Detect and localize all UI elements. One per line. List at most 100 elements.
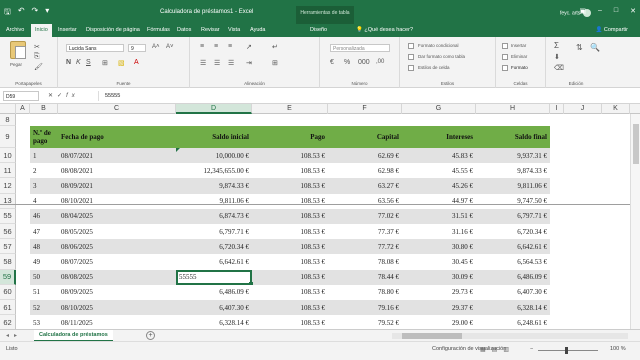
cell-initial-balance[interactable]: 6,874.73 € bbox=[176, 209, 252, 224]
cell-final-balance[interactable]: 9,747.50 € bbox=[476, 194, 550, 209]
row-number[interactable]: 60 bbox=[0, 284, 16, 300]
cell-principal[interactable]: 62.69 € bbox=[328, 148, 402, 163]
cell-final-balance[interactable]: 9,937.31 € bbox=[476, 148, 550, 163]
cell-payment-number[interactable]: 3 bbox=[30, 178, 58, 193]
fx-icon[interactable]: fx bbox=[66, 93, 79, 99]
cell-interest[interactable]: 45.55 € bbox=[402, 163, 476, 178]
font-color-icon[interactable]: A bbox=[134, 59, 139, 66]
fill-icon[interactable]: ⬇ bbox=[554, 53, 560, 61]
delete-button[interactable]: Eliminar bbox=[511, 54, 527, 59]
cell-principal[interactable]: 62.98 € bbox=[328, 163, 402, 178]
cell-principal[interactable]: 78.44 € bbox=[328, 270, 402, 285]
indent-icon[interactable]: ⇥ bbox=[246, 59, 252, 67]
orientation-icon[interactable]: ↗ bbox=[246, 43, 252, 51]
undo-icon[interactable]: ↶ bbox=[18, 6, 25, 20]
cell-payment-number[interactable]: 4 bbox=[30, 194, 58, 209]
underline-icon[interactable]: S bbox=[86, 59, 91, 66]
row-number[interactable]: 9 bbox=[0, 126, 16, 148]
align-left-icon[interactable]: ☰ bbox=[200, 59, 206, 67]
cell-interest[interactable]: 45.26 € bbox=[402, 178, 476, 193]
cell-initial-balance[interactable]: 9,811.06 € bbox=[176, 194, 252, 209]
font-size-select[interactable]: 9 bbox=[128, 44, 146, 52]
cell-payment-number[interactable]: 51 bbox=[30, 285, 58, 300]
cell-payment-date[interactable]: 08/07/2021 bbox=[58, 148, 176, 163]
align-top-icon[interactable]: ≡ bbox=[200, 43, 204, 50]
header-interest[interactable]: Intereses bbox=[402, 126, 476, 148]
minimize-icon[interactable]: – bbox=[598, 7, 602, 15]
conditional-format-button[interactable]: Formato condicional bbox=[418, 43, 459, 48]
number-format-select[interactable]: Personalizada bbox=[330, 44, 390, 52]
row-number[interactable]: 10 bbox=[0, 148, 16, 164]
cell-payment[interactable]: 108.53 € bbox=[252, 163, 328, 178]
decimal-icon[interactable]: ,00 bbox=[376, 59, 384, 65]
name-box[interactable]: D59 bbox=[3, 91, 39, 101]
enter-icon[interactable]: ✓ bbox=[57, 93, 66, 99]
cell-payment[interactable]: 108.53 € bbox=[252, 178, 328, 193]
align-center-icon[interactable]: ☰ bbox=[214, 59, 220, 67]
cell-styles-button[interactable]: Estilos de celda bbox=[418, 65, 450, 70]
horizontal-scrollbar[interactable] bbox=[392, 333, 628, 339]
cell-payment-date[interactable]: 08/07/2025 bbox=[58, 254, 176, 269]
header-payment-number[interactable]: N.º de pago bbox=[30, 126, 58, 148]
cell-initial-balance[interactable]: 6,407.30 € bbox=[176, 300, 252, 315]
find-select-icon[interactable]: 🔍 bbox=[590, 43, 600, 52]
cell-interest[interactable]: 30.09 € bbox=[402, 270, 476, 285]
align-right-icon[interactable]: ☰ bbox=[228, 59, 234, 67]
vertical-scrollbar[interactable] bbox=[630, 114, 640, 339]
column-header-g[interactable]: G bbox=[402, 104, 476, 114]
header-payment[interactable]: Pago bbox=[252, 126, 328, 148]
clear-icon[interactable]: ⌫ bbox=[554, 64, 564, 72]
cell-payment-number[interactable]: 46 bbox=[30, 209, 58, 224]
tab-formulas[interactable]: Fórmulas bbox=[147, 27, 170, 33]
cell-payment-date[interactable]: 08/10/2025 bbox=[58, 300, 176, 315]
tab-revisar[interactable]: Revisar bbox=[201, 27, 220, 33]
cell-payment[interactable]: 108.53 € bbox=[252, 254, 328, 269]
autosum-icon[interactable]: Σ bbox=[554, 41, 559, 50]
cell-payment[interactable]: 108.53 € bbox=[252, 224, 328, 239]
cell-payment[interactable]: 108.53 € bbox=[252, 209, 328, 224]
cell-interest[interactable]: 31.51 € bbox=[402, 209, 476, 224]
format-as-table-button[interactable]: Dar formato como tabla bbox=[418, 54, 465, 59]
page-layout-icon[interactable]: ▤ bbox=[492, 347, 504, 353]
cell-final-balance[interactable]: 6,797.71 € bbox=[476, 209, 550, 224]
page-break-icon[interactable]: ▥ bbox=[503, 347, 515, 353]
cell-payment[interactable]: 108.53 € bbox=[252, 194, 328, 209]
zoom-level[interactable]: 100 % bbox=[610, 346, 626, 352]
header-initial-balance[interactable]: Saldo inicial bbox=[176, 126, 252, 148]
tab-disposicion[interactable]: Disposición de página bbox=[86, 27, 140, 33]
italic-icon[interactable]: K bbox=[76, 59, 81, 66]
cell-payment-number[interactable]: 48 bbox=[30, 239, 58, 254]
row-number[interactable]: 59 bbox=[0, 269, 16, 285]
row-number[interactable]: 57 bbox=[0, 239, 16, 255]
horizontal-scroll-thumb[interactable] bbox=[402, 333, 462, 339]
cell-principal[interactable]: 77.37 € bbox=[328, 224, 402, 239]
cell-initial-balance[interactable]: 6,797.71 € bbox=[176, 224, 252, 239]
ribbon-display-icon[interactable]: ▣ bbox=[579, 7, 586, 15]
tab-insertar[interactable]: Insertar bbox=[58, 27, 77, 33]
row-number[interactable]: 12 bbox=[0, 178, 16, 194]
cell-interest[interactable]: 30.45 € bbox=[402, 254, 476, 269]
merge-center-icon[interactable]: ⊞ bbox=[272, 59, 278, 67]
align-bottom-icon[interactable]: ≡ bbox=[228, 43, 232, 50]
column-header-f[interactable]: F bbox=[328, 104, 402, 114]
cell-final-balance[interactable]: 9,811.06 € bbox=[476, 178, 550, 193]
tab-datos[interactable]: Datos bbox=[177, 27, 191, 33]
select-all-corner[interactable] bbox=[0, 104, 16, 114]
cell-payment[interactable]: 108.53 € bbox=[252, 285, 328, 300]
column-header-j[interactable]: J bbox=[564, 104, 602, 114]
cell-initial-balance[interactable]: 9,874.33 € bbox=[176, 178, 252, 193]
error-indicator-icon[interactable] bbox=[176, 148, 180, 152]
format-painter-icon[interactable]: 🖌 bbox=[34, 63, 43, 71]
tab-archivo[interactable]: Archivo bbox=[6, 27, 24, 33]
cell-principal[interactable]: 63.27 € bbox=[328, 178, 402, 193]
cell-payment-number[interactable]: 50 bbox=[30, 270, 58, 285]
cell-principal[interactable]: 77.02 € bbox=[328, 209, 402, 224]
thousands-icon[interactable]: 000 bbox=[358, 59, 370, 66]
cell-payment-number[interactable]: 52 bbox=[30, 300, 58, 315]
freeze-pane-divider[interactable] bbox=[0, 204, 630, 205]
wrap-text-icon[interactable]: ↵ bbox=[272, 43, 278, 51]
cell-final-balance[interactable]: 9,874.33 € bbox=[476, 163, 550, 178]
vertical-scroll-thumb[interactable] bbox=[633, 124, 639, 164]
header-principal[interactable]: Capital bbox=[328, 126, 402, 148]
cell-initial-balance[interactable]: 6,486.09 € bbox=[176, 285, 252, 300]
